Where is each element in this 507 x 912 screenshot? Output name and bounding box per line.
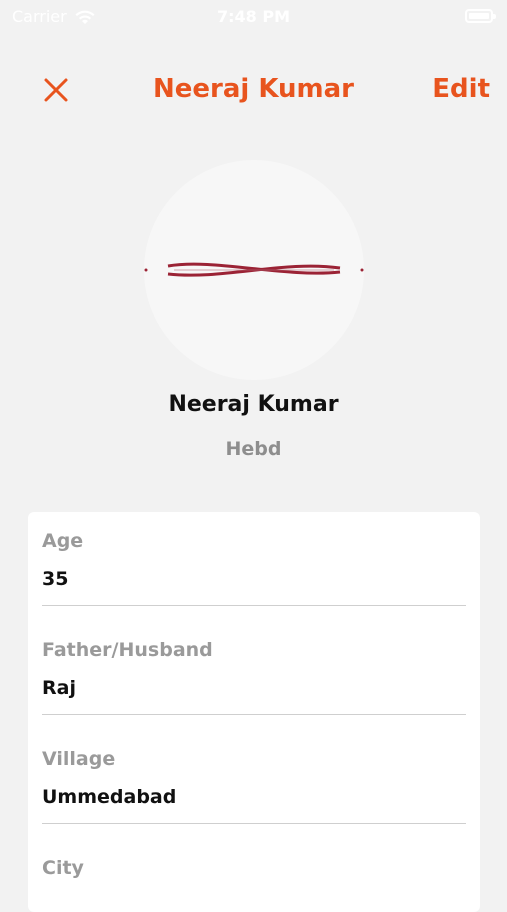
edit-button[interactable]: Edit (432, 74, 490, 104)
profile-photo[interactable] (144, 160, 364, 380)
details-card: Age 35 Father/Husband Raj Village Ummeda… (28, 512, 480, 912)
field-father-husband: Father/Husband Raj (42, 639, 466, 699)
field-value[interactable]: Raj (42, 677, 466, 699)
field-label: Village (42, 748, 116, 770)
signature-image (144, 262, 364, 277)
divider (42, 823, 466, 824)
profile-name: Neeraj Kumar (168, 392, 339, 417)
field-label: City (42, 857, 84, 879)
field-city: City (42, 857, 466, 895)
navigation-bar: Neeraj Kumar Edit (0, 62, 507, 118)
field-age: Age 35 (42, 530, 466, 590)
divider (42, 714, 466, 715)
field-village: Village Ummedabad (42, 748, 466, 808)
page-title: Neeraj Kumar (152, 74, 355, 104)
status-bar: Carrier 7:48 PM (0, 0, 507, 36)
battery-icon (465, 9, 496, 23)
field-label: Father/Husband (42, 639, 213, 661)
status-time: 7:48 PM (216, 7, 290, 26)
divider (42, 605, 466, 606)
field-label: Age (42, 530, 84, 552)
profile-subtitle: Hebd (225, 438, 282, 460)
field-value[interactable]: 35 (42, 568, 466, 590)
field-value[interactable]: Ummedabad (42, 786, 466, 808)
